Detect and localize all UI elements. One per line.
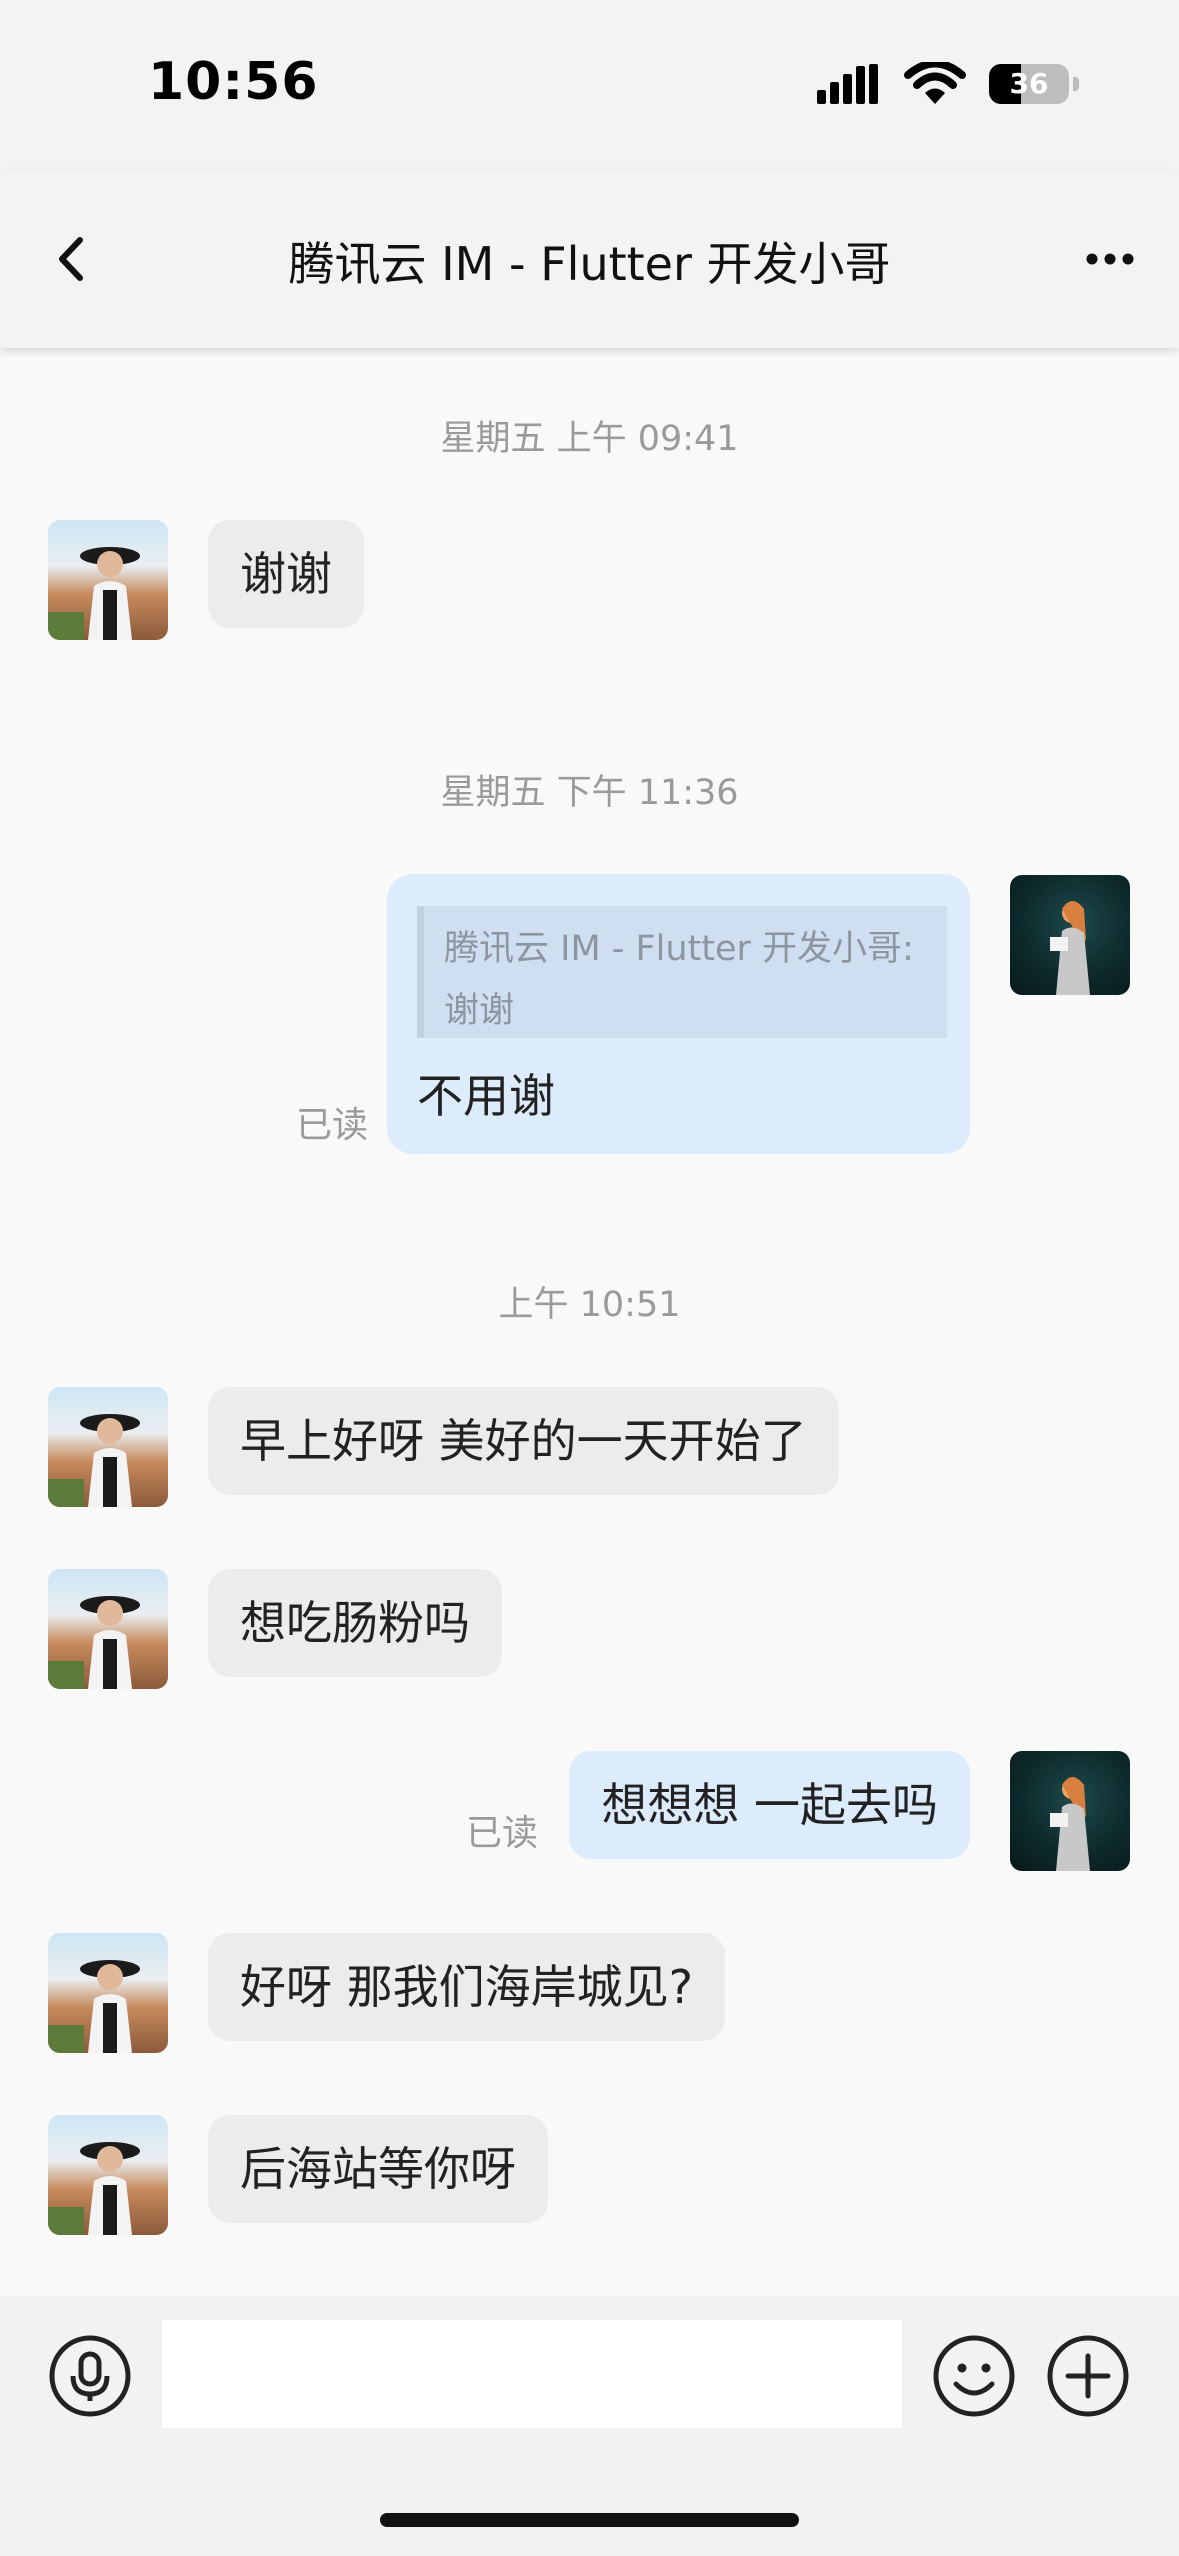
timestamp: 星期五 下午 11:36 — [440, 773, 739, 813]
contact-avatar[interactable] — [48, 1569, 168, 1689]
message-bubble[interactable]: 想吃肠粉吗 — [208, 1569, 502, 1677]
message-bubble[interactable]: 后海站等你呀 — [208, 2115, 548, 2223]
battery-level: 36 — [1009, 67, 1049, 100]
message-bubble[interactable]: 谢谢 — [208, 520, 364, 628]
contact-avatar[interactable] — [48, 2115, 168, 2235]
home-indicator[interactable] — [380, 2513, 799, 2527]
self-avatar[interactable] — [1010, 875, 1130, 995]
signal-icon — [817, 64, 878, 104]
battery-icon: 36 — [989, 64, 1079, 104]
timestamp: 上午 10:51 — [498, 1285, 681, 1325]
message-text: 不用谢 — [417, 1069, 555, 1123]
quoted-message[interactable]: 腾讯云 IM - Flutter 开发小哥: 谢谢 — [417, 906, 947, 1038]
contact-avatar[interactable] — [48, 1933, 168, 2053]
quoted-sender: 腾讯云 IM - Flutter 开发小哥: — [444, 929, 914, 969]
smiley-icon[interactable] — [932, 2334, 1016, 2418]
message-bubble[interactable]: 腾讯云 IM - Flutter 开发小哥: 谢谢 不用谢 — [387, 874, 970, 1154]
chat-title: 腾讯云 IM - Flutter 开发小哥 — [288, 237, 891, 291]
timestamp: 星期五 上午 09:41 — [440, 419, 739, 459]
status-bar: 10:56 36 — [0, 0, 1179, 170]
message-input[interactable] — [162, 2320, 902, 2428]
status-icons: 36 — [809, 62, 1079, 106]
microphone-icon[interactable] — [48, 2334, 132, 2418]
contact-avatar[interactable] — [48, 1387, 168, 1507]
self-avatar[interactable] — [1010, 1751, 1130, 1871]
status-time: 10:56 — [148, 52, 319, 112]
message-bubble[interactable]: 好呀 那我们海岸城见? — [208, 1933, 726, 2041]
chevron-left-icon[interactable] — [50, 232, 94, 286]
plus-circle-icon[interactable] — [1046, 2334, 1130, 2418]
message-bubble[interactable]: 早上好呀 美好的一天开始了 — [208, 1387, 839, 1495]
chat-header: 腾讯云 IM - Flutter 开发小哥 — [0, 170, 1179, 348]
read-status: 已读 — [296, 1105, 369, 1146]
chat-screen: 10:56 36 腾讯云 IM - Flutter 开发小哥 星期五 上午 09… — [0, 0, 1179, 2556]
contact-avatar[interactable] — [48, 520, 168, 640]
read-status: 已读 — [466, 1813, 539, 1854]
quoted-text: 谢谢 — [444, 991, 515, 1031]
more-dots-icon[interactable] — [1085, 244, 1135, 274]
message-bubble[interactable]: 想想想 一起去吗 — [569, 1751, 970, 1859]
wifi-icon — [904, 62, 966, 104]
